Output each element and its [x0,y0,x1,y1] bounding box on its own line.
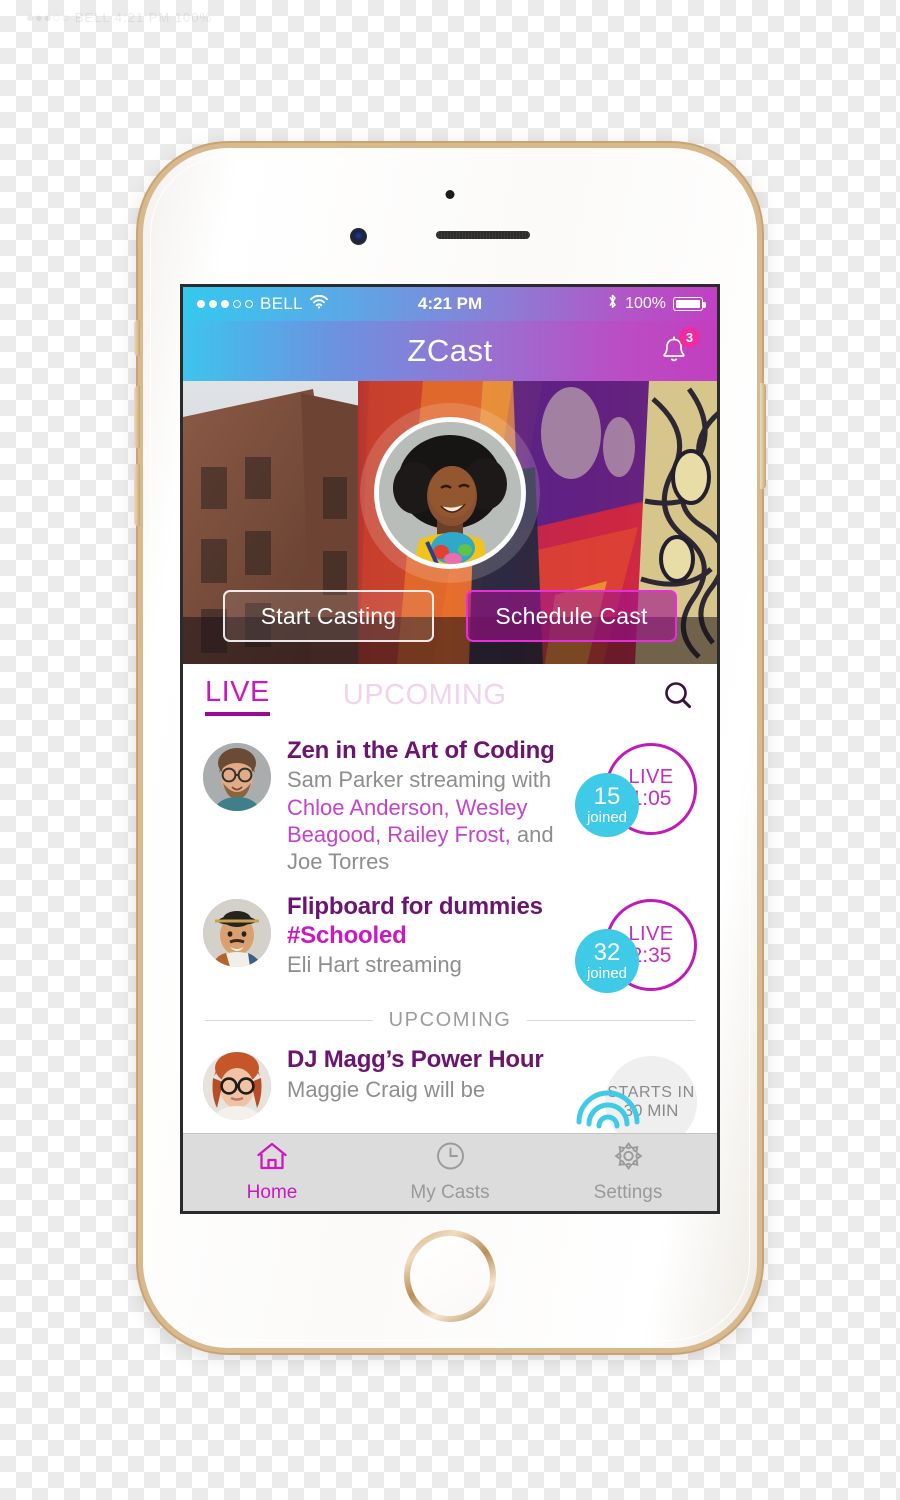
notifications-button[interactable]: 3 [657,327,700,373]
tab-my-casts-label: My Casts [410,1182,490,1203]
list-item-title: DJ Magg’s Power Hour [287,1046,544,1074]
tab-home-label: Home [246,1182,298,1203]
host-text: Sam Parker streaming with [287,767,552,793]
silent-switch[interactable] [134,320,140,356]
gear-icon [613,1141,644,1177]
clock-icon [435,1141,466,1177]
cast-list: Zen in the Art of Coding Sam Parker stre… [183,727,717,1161]
tab-upcoming[interactable]: UPCOMING [343,679,507,712]
joined-label: joined [586,808,628,826]
list-item-badges: LIVE 1:05 15 joined [571,739,697,843]
joined-badge: 15 joined [575,773,639,837]
host-avatar[interactable] [374,417,526,569]
avatar [203,743,271,811]
divider-line-right [527,1020,695,1022]
home-button[interactable] [404,1230,496,1322]
hero-banner: Start Casting Schedule Cast [183,381,717,664]
signal-strength-icon [197,300,253,308]
status-label: LIVE [628,922,674,945]
divider-line-left [205,1020,373,1022]
avatar [203,1052,271,1121]
guest-names[interactable]: Chloe Anderson, Wesley Beagood, Railey F… [287,795,528,847]
joined-count: 32 [593,939,621,967]
tab-settings[interactable]: Settings [539,1134,717,1211]
proximity-sensor-dot [445,190,455,199]
app-nav-bar: ZCast 3 [183,321,717,381]
tab-settings-label: Settings [593,1182,663,1203]
watermark-text: ●●●○○ BELL 4:21 PM 100% [26,9,213,25]
earpiece-speaker [436,231,530,239]
iphone-device-frame: BELL 4:21 PM 100% ZCast 3 Start Casting … [134,148,766,1348]
upcoming-section-divider: UPCOMING [183,1009,717,1032]
tab-home[interactable]: Home [183,1134,361,1211]
broadcast-rings-icon [573,1072,643,1142]
bluetooth-icon [607,293,618,315]
volume-down-button[interactable] [134,464,140,526]
phone-screen: BELL 4:21 PM 100% ZCast 3 Start Casting … [180,284,720,1214]
notification-badge: 3 [679,327,700,348]
home-icon [256,1141,288,1177]
bell-icon [657,336,691,371]
hashtag[interactable]: #Schooled [287,922,407,949]
list-item-subtitle: Eli Hart streaming [287,952,462,977]
joined-badge: 32 joined [575,929,639,994]
schedule-cast-button[interactable]: Schedule Cast [466,590,677,642]
list-item-title: Flipboard for dummies #Schooled [287,893,567,950]
battery-icon [673,297,706,311]
list-item-badges: LIVE 2:35 32 joined [571,895,697,999]
battery-percent-label: 100% [625,295,666,312]
joined-count: 15 [593,783,621,811]
joined-label: joined [586,964,628,982]
carrier-label: BELL [260,294,303,313]
list-item-title: Zen in the Art of Coding [287,737,555,764]
content-tabs: LIVE UPCOMING [183,664,717,727]
tab-my-casts[interactable]: My Casts [361,1134,539,1211]
tab-live[interactable]: LIVE [205,676,270,716]
transparency-watermark: ●●●○○ BELL 4:21 PM 100% [0,6,460,28]
bottom-tab-bar: Home My Casts Settings [183,1133,717,1211]
status-bar-left: BELL [197,294,328,314]
title-text: Flipboard for dummies [287,893,543,921]
status-bar: BELL 4:21 PM 100% [183,287,717,321]
avatar [203,899,271,968]
front-camera-icon [350,228,367,245]
list-item-body: DJ Magg’s Power Hour Maggie Craig will b… [271,1046,571,1103]
list-item-body: Flipboard for dummies #Schooled Eli Hart… [271,893,571,978]
power-button[interactable] [760,383,766,489]
hero-action-buttons: Start Casting Schedule Cast [183,590,717,642]
divider-label: UPCOMING [388,1009,512,1032]
status-label: LIVE [628,766,674,789]
list-item-subtitle: Maggie Craig will be [287,1076,486,1102]
search-icon[interactable] [661,679,695,713]
list-item-body: Zen in the Art of Coding Sam Parker stre… [271,737,571,875]
status-bar-right: 100% [607,293,706,315]
wifi-icon [309,294,328,313]
start-casting-button[interactable]: Start Casting [223,590,434,642]
list-item[interactable]: Zen in the Art of Coding Sam Parker stre… [183,727,717,883]
list-item-subtitle: Sam Parker streaming with Chloe Anderson… [287,766,567,875]
page-title: ZCast [407,333,493,368]
volume-up-button[interactable] [134,386,140,448]
list-item[interactable]: Flipboard for dummies #Schooled Eli Hart… [183,883,717,1007]
